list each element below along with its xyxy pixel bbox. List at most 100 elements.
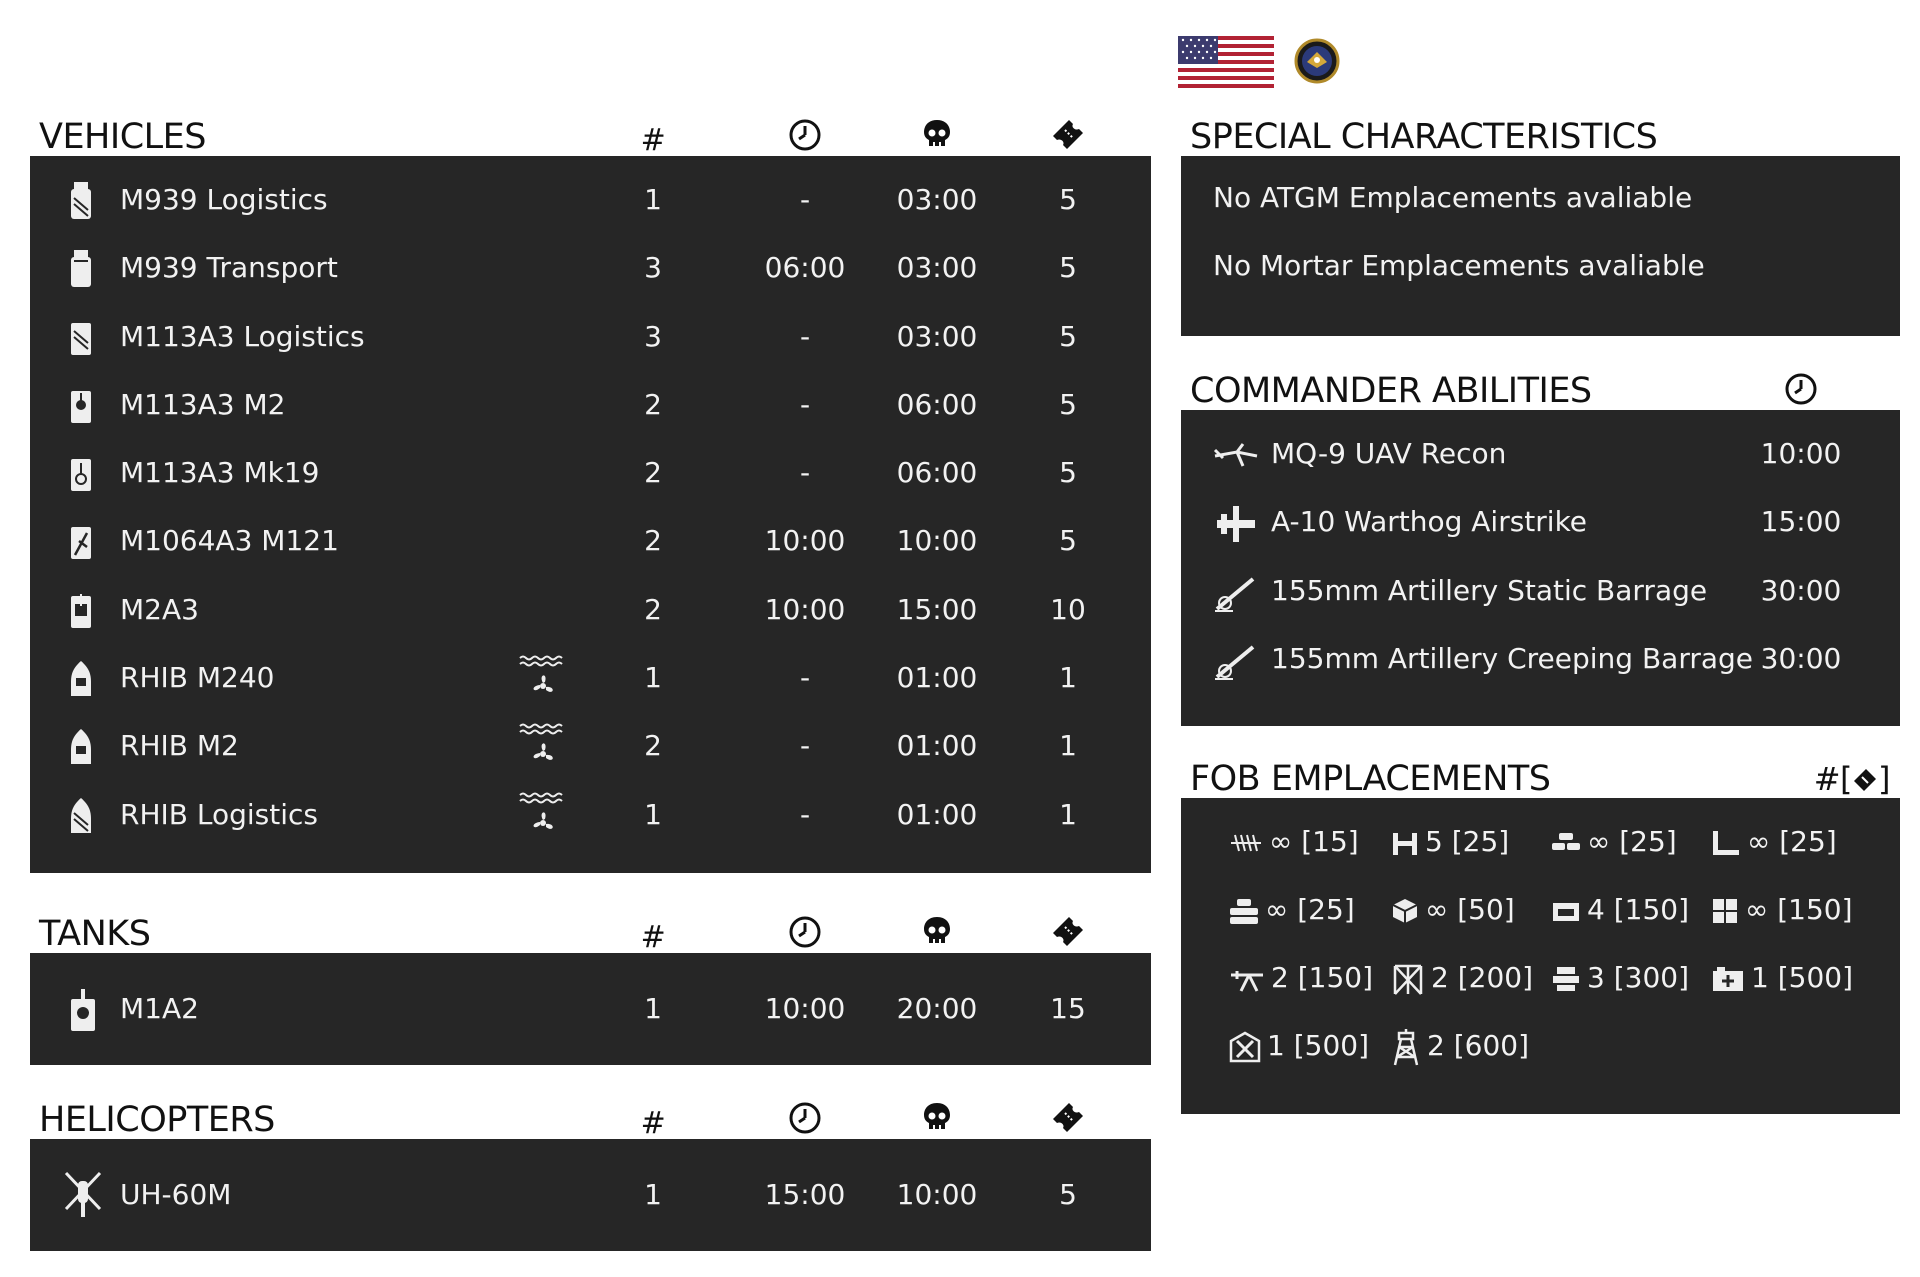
clock-icon	[1781, 372, 1821, 406]
crate-icon	[1392, 899, 1418, 923]
artillery-icon	[1213, 641, 1259, 688]
table-row[interactable]: M113A3 Logistics 3 - 03:00 5	[30, 303, 1151, 371]
vehicle-tickets: 5	[1059, 319, 1077, 353]
boat-icon	[68, 658, 102, 700]
vehicle-tickets: 5	[1059, 524, 1077, 558]
radio-tower-icon	[1393, 1029, 1419, 1066]
fob-header: FOB EMPLACEMENTS #[]	[1181, 752, 1900, 799]
fob-item[interactable]: ∞ [25]	[1711, 808, 1837, 876]
vehicle-delay: 15:00	[764, 1178, 846, 1211]
tank-icon	[68, 989, 102, 1033]
table-row[interactable]: RHIB M2 2 - 01:00 1	[30, 712, 1151, 780]
table-row[interactable]: M1A2 1 10:00 20:00 15	[30, 975, 1151, 1043]
ability-name: MQ-9 UAV Recon	[1271, 437, 1507, 470]
vehicle-delay: -	[799, 661, 811, 695]
table-row[interactable]: M1064A3 M121 2 10:00 10:00 5	[30, 507, 1151, 575]
vehicle-respawn: 10:00	[896, 524, 978, 558]
fob-item[interactable]: 2 [600]	[1391, 1012, 1529, 1080]
fob-item[interactable]: 1 [500]	[1711, 944, 1853, 1012]
count-header: #	[640, 1106, 666, 1141]
left-column: VEHICLES # M939 Logistics 1 - 03:00 5 M9…	[30, 0, 1151, 1251]
table-row[interactable]: M939 Transport 3 06:00 03:00 5	[30, 234, 1151, 302]
fob-item[interactable]: ∞ [25]	[1229, 876, 1355, 944]
amphibious-icon	[518, 654, 568, 709]
vehicle-name: M1A2	[120, 992, 199, 1025]
vehicle-delay: -	[799, 319, 811, 353]
ability-row[interactable]: MQ-9 UAV Recon 10:00	[1181, 420, 1900, 488]
ability-cooldown: 15:00	[1760, 505, 1842, 539]
clock-icon	[785, 118, 825, 152]
fob-item[interactable]: ∞ [150]	[1711, 876, 1853, 944]
table-row[interactable]: RHIB Logistics 1 - 01:00 1	[30, 781, 1151, 849]
table-row[interactable]: M113A3 M2 2 - 06:00 5	[30, 371, 1151, 439]
ability-cooldown: 30:00	[1760, 573, 1842, 607]
sandbag-icon	[1552, 833, 1580, 850]
vehicle-tickets: 1	[1059, 729, 1077, 763]
vehicle-count: 2	[644, 456, 662, 490]
vehicle-delay: -	[799, 729, 811, 763]
vehicle-respawn: 15:00	[896, 592, 978, 626]
vehicle-count: 1	[644, 797, 662, 831]
ability-name: A-10 Warthog Airstrike	[1271, 505, 1588, 539]
ticket-icon	[1048, 915, 1088, 949]
vehicle-tickets: 5	[1059, 251, 1077, 285]
ability-row[interactable]: 155mm Artillery Static Barrage 30:00	[1181, 557, 1900, 625]
fob-item[interactable]: 3 [300]	[1551, 944, 1689, 1012]
vehicle-respawn: 03:00	[896, 183, 978, 216]
fob-item[interactable]: ∞ [15]	[1229, 808, 1359, 876]
vehicle-delay: 10:00	[764, 524, 846, 558]
vehicle-respawn: 06:00	[896, 456, 978, 490]
vehicle-name: RHIB M240	[120, 661, 275, 695]
fob-item[interactable]: 1 [500]	[1229, 1012, 1369, 1080]
table-row[interactable]: M939 Logistics 1 - 03:00 5	[30, 166, 1151, 234]
fob-item[interactable]: ∞ [50]	[1391, 876, 1515, 944]
amphibious-icon	[518, 722, 568, 777]
vehicle-tickets: 1	[1059, 661, 1077, 695]
table-row[interactable]: M2A3 2 10:00 15:00 10	[30, 576, 1151, 644]
fob-item[interactable]: 2 [150]	[1229, 944, 1373, 1012]
table-row[interactable]: UH-60M 1 15:00 10:00 5	[30, 1161, 1151, 1229]
vehicle-count: 3	[644, 319, 662, 353]
commander-title: COMMANDER ABILITIES	[1190, 371, 1592, 411]
fob-item-text: ∞ [50]	[1425, 893, 1515, 926]
fob-item[interactable]: ∞ [25]	[1551, 808, 1677, 876]
fob-item[interactable]: 2 [200]	[1391, 944, 1533, 1012]
commander-panel: MQ-9 UAV Recon 10:00 A-10 Warthog Airstr…	[1181, 410, 1900, 726]
vehicle-respawn: 01:00	[896, 797, 978, 831]
vehicle-delay: -	[799, 387, 811, 421]
fob-item[interactable]: 5 [25]	[1391, 808, 1509, 876]
vehicle-tickets: 15	[1050, 992, 1086, 1025]
fob-item-text: 3 [300]	[1587, 961, 1690, 994]
vehicle-respawn: 06:00	[896, 387, 978, 421]
vehicle-name: M113A3 M2	[120, 387, 286, 421]
boat-logistics-icon	[68, 795, 102, 837]
fob-item-text: ∞ [25]	[1265, 893, 1355, 926]
vehicle-name: M1064A3 M121	[120, 524, 339, 558]
fob-item-text: ∞ [25]	[1747, 825, 1837, 858]
ability-row[interactable]: 155mm Artillery Creeping Barrage 30:00	[1181, 625, 1900, 693]
table-row[interactable]: RHIB M240 1 - 01:00 1	[30, 644, 1151, 712]
vehicle-respawn: 01:00	[896, 661, 978, 695]
ability-cooldown: 10:00	[1760, 437, 1842, 470]
vehicle-tickets: 5	[1059, 387, 1077, 421]
table-row[interactable]: M113A3 Mk19 2 - 06:00 5	[30, 439, 1151, 507]
vehicle-respawn: 01:00	[896, 729, 978, 763]
vehicle-tickets: 5	[1059, 456, 1077, 490]
fob-item-text: 2 [600]	[1427, 1029, 1530, 1062]
apc-mk19-icon	[68, 453, 102, 495]
vehicle-count: 3	[644, 251, 662, 285]
fob-count-close: ]	[1878, 760, 1890, 798]
ability-row[interactable]: A-10 Warthog Airstrike 15:00	[1181, 488, 1900, 556]
apc-m2-icon	[68, 385, 102, 427]
repair-station-icon	[1229, 1031, 1261, 1063]
fob-item[interactable]: 4 [150]	[1551, 876, 1689, 944]
count-header: #	[640, 123, 666, 158]
helicopters-header: HELICOPTERS #	[30, 1093, 1151, 1141]
vehicle-name: M113A3 Mk19	[120, 456, 320, 490]
fob-count-header: #[]	[1814, 756, 1891, 802]
hmg-emplacement-icon	[1231, 971, 1263, 992]
sandbag-wall-icon	[1230, 899, 1258, 924]
vehicle-name: M939 Transport	[120, 251, 338, 285]
clock-icon	[785, 915, 825, 949]
skull-icon	[917, 118, 957, 150]
